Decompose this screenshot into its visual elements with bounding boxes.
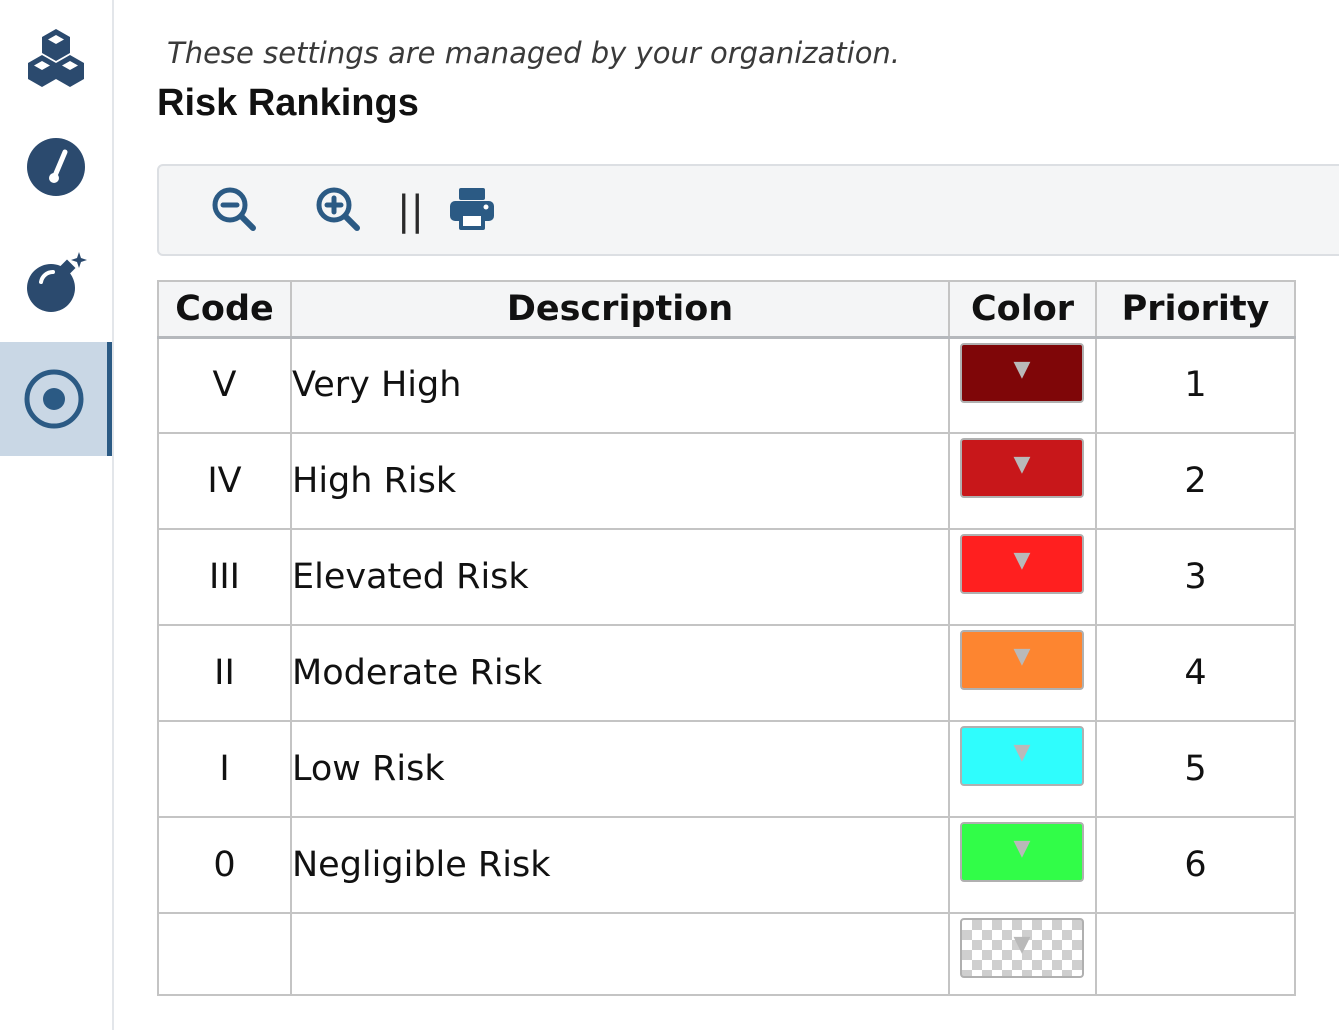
cell-color: ▼ <box>948 432 1097 530</box>
sidebar-item-models[interactable] <box>0 0 112 114</box>
cell-description[interactable]: Negligible Risk <box>290 816 950 914</box>
toolbar: || <box>157 164 1339 256</box>
sidebar-item-risk[interactable] <box>0 342 112 456</box>
table-header-row: Code Description Color Priority <box>157 280 1296 339</box>
cell-priority[interactable]: 2 <box>1095 432 1296 530</box>
print-button[interactable] <box>445 184 499 238</box>
cell-color: ▼ <box>948 528 1097 626</box>
cell-priority[interactable]: 1 <box>1095 336 1296 434</box>
bomb-icon <box>23 250 89 316</box>
cell-color: ▼ <box>948 816 1097 914</box>
sidebar-item-dashboard[interactable] <box>0 110 112 224</box>
cell-code[interactable]: III <box>157 528 292 626</box>
color-picker[interactable]: ▼ <box>960 630 1084 690</box>
table-row[interactable]: III Elevated Risk ▼ 3 <box>157 528 1296 626</box>
cell-color: ▼ <box>948 912 1097 996</box>
dropdown-arrow-icon: ▼ <box>1013 548 1031 573</box>
zoom-out-icon <box>210 185 258 237</box>
page-title: Risk Rankings <box>157 82 419 124</box>
dropdown-arrow-icon: ▼ <box>1013 452 1031 477</box>
column-header-description[interactable]: Description <box>290 280 950 339</box>
table-row[interactable]: 0 Negligible Risk ▼ 6 <box>157 816 1296 914</box>
table-row[interactable]: IV High Risk ▼ 2 <box>157 432 1296 530</box>
cell-description[interactable]: Elevated Risk <box>290 528 950 626</box>
cell-code[interactable]: I <box>157 720 292 818</box>
cell-priority[interactable]: 3 <box>1095 528 1296 626</box>
target-icon <box>23 368 85 430</box>
cell-code[interactable]: 0 <box>157 816 292 914</box>
column-header-color[interactable]: Color <box>948 280 1097 339</box>
risk-rankings-table: Code Description Color Priority V Very Hi… <box>157 280 1296 996</box>
dropdown-arrow-icon: ▼ <box>1013 836 1031 861</box>
cell-description[interactable] <box>290 912 950 996</box>
sidebar <box>0 0 114 1030</box>
table-row[interactable]: I Low Risk ▼ 5 <box>157 720 1296 818</box>
cell-color: ▼ <box>948 624 1097 722</box>
dropdown-arrow-icon: ▼ <box>1013 644 1031 669</box>
color-picker[interactable]: ▼ <box>960 438 1084 498</box>
cell-priority[interactable]: 6 <box>1095 816 1296 914</box>
dropdown-arrow-icon: ▼ <box>1013 356 1031 382</box>
print-icon <box>448 186 496 236</box>
cell-priority[interactable]: 5 <box>1095 720 1296 818</box>
column-header-priority[interactable]: Priority <box>1095 280 1296 339</box>
color-picker[interactable]: ▼ <box>960 918 1084 978</box>
cell-description[interactable]: Very High <box>290 336 950 434</box>
zoom-out-button[interactable] <box>207 184 261 238</box>
cell-color: ▼ <box>948 336 1097 434</box>
cell-code[interactable]: II <box>157 624 292 722</box>
cell-code[interactable]: IV <box>157 432 292 530</box>
cell-code[interactable]: V <box>157 336 292 434</box>
dropdown-arrow-icon: ▼ <box>1013 740 1031 765</box>
color-picker[interactable]: ▼ <box>960 822 1084 882</box>
table-row[interactable]: V Very High ▼ 1 <box>157 336 1296 434</box>
gauge-icon <box>25 136 87 198</box>
new-entry-row[interactable]: ▼ <box>157 912 1296 996</box>
zoom-in-button[interactable] <box>311 184 365 238</box>
dropdown-arrow-icon: ▼ <box>1013 932 1031 957</box>
cell-priority[interactable] <box>1095 912 1296 996</box>
cell-code[interactable] <box>157 912 292 996</box>
cell-priority[interactable]: 4 <box>1095 624 1296 722</box>
color-picker[interactable]: ▼ <box>960 534 1084 594</box>
cell-description[interactable]: High Risk <box>290 432 950 530</box>
zoom-in-icon <box>314 185 362 237</box>
cell-description[interactable]: Moderate Risk <box>290 624 950 722</box>
cubes-icon <box>24 27 88 87</box>
color-picker[interactable]: ▼ <box>960 726 1084 786</box>
managed-notice: These settings are managed by your organ… <box>167 36 901 70</box>
column-header-code[interactable]: Code <box>157 280 292 339</box>
sidebar-item-threats[interactable] <box>0 226 112 340</box>
cell-description[interactable]: Low Risk <box>290 720 950 818</box>
cell-color: ▼ <box>948 720 1097 818</box>
table-row[interactable]: II Moderate Risk ▼ 4 <box>157 624 1296 722</box>
toolbar-separator: || <box>397 188 424 234</box>
color-picker[interactable]: ▼ <box>960 342 1084 403</box>
